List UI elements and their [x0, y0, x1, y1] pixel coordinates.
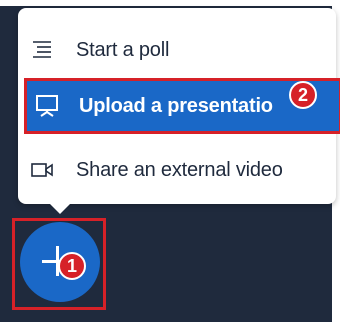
menu-item-start-poll[interactable]: Start a poll — [18, 20, 336, 80]
top-edge — [0, 0, 340, 6]
presentation-icon — [35, 94, 59, 118]
annotation-badge-2: 2 — [289, 81, 317, 109]
menu-item-label: Upload a presentatio — [79, 94, 273, 117]
annotation-badge-1: 1 — [58, 252, 86, 280]
menu-pointer-arrow — [44, 198, 76, 214]
video-camera-icon — [30, 158, 54, 182]
actions-menu: Start a poll Upload a presentatio Share … — [18, 8, 340, 204]
menu-item-label: Start a poll — [76, 38, 170, 61]
menu-item-label: Share an external video — [76, 158, 283, 181]
menu-item-share-external-video[interactable]: Share an external video — [18, 140, 336, 200]
poll-list-icon — [30, 38, 54, 62]
